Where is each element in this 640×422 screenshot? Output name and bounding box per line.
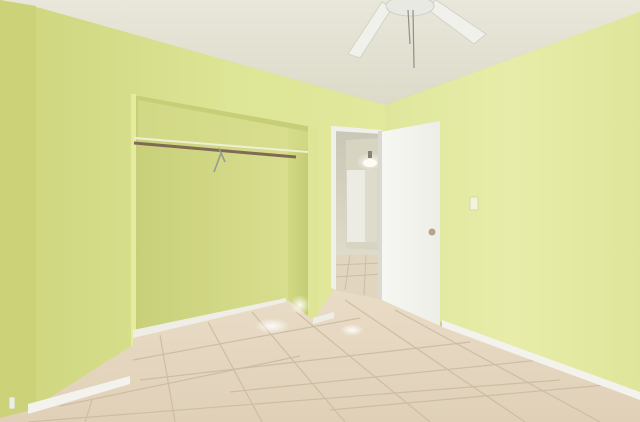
bedroom-photo [0, 0, 640, 422]
sunlight-patch [254, 318, 290, 334]
light-switch [469, 196, 479, 211]
bedroom-scene [0, 0, 640, 422]
door-knob [428, 228, 436, 236]
open-doorway [331, 126, 383, 300]
sunlight-patch-3 [340, 324, 364, 336]
left-wall-shadow [0, 0, 36, 422]
wall-outlet [8, 396, 16, 410]
open-door [378, 121, 440, 326]
sunlight-patch-2 [290, 295, 310, 315]
